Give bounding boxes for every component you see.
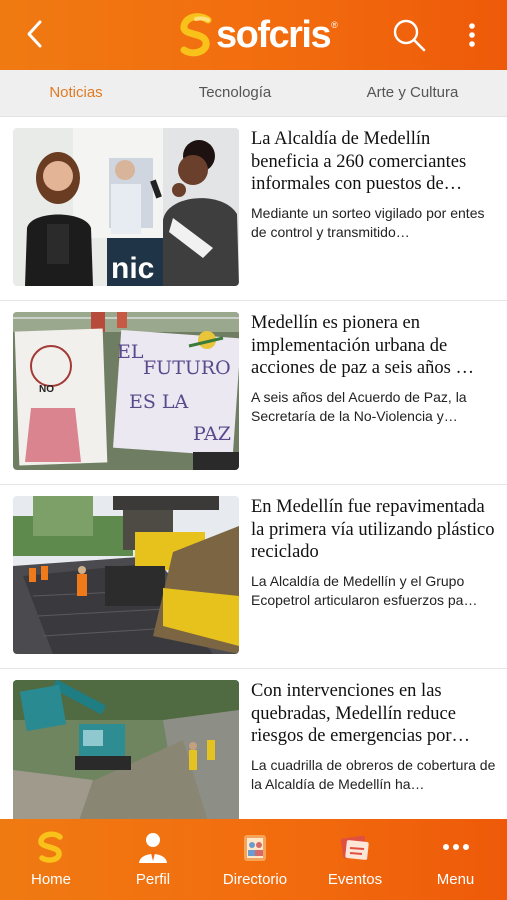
nav-perfil[interactable]: Perfil <box>102 819 204 900</box>
category-tabs: Noticias Tecnología Arte y Cultura <box>0 70 507 117</box>
news-feed: nic La Alcaldía de Medellín beneficia a … <box>0 117 507 819</box>
search-icon <box>393 19 426 52</box>
more-options-button[interactable] <box>460 18 484 52</box>
news-thumbnail <box>13 680 239 819</box>
news-thumbnail: NO EL FUTURO ES LA PAZ <box>13 312 239 470</box>
back-button[interactable] <box>18 16 54 52</box>
directory-icon <box>244 835 266 861</box>
news-card[interactable]: nic La Alcaldía de Medellín beneficia a … <box>0 117 507 301</box>
chevron-left-icon <box>27 20 42 48</box>
app-logo: sofcris ® <box>178 12 338 58</box>
nav-menu[interactable]: Menu <box>404 819 507 900</box>
news-excerpt: Mediante un sorteo vigilado por entes de… <box>251 205 485 240</box>
poster-text-line: ES LA <box>129 391 189 413</box>
news-excerpt: La cuadrilla de obreros de cobertura de … <box>251 757 496 792</box>
tab-noticias[interactable]: Noticias <box>0 70 152 116</box>
nav-label: Eventos <box>327 871 383 888</box>
nav-label: Home <box>30 871 71 888</box>
more-horizontal-icon <box>443 844 469 850</box>
news-title: Con intervenciones en las quebradas, Med… <box>251 681 471 746</box>
news-card[interactable]: NO EL FUTURO ES LA PAZ Medellín es pione… <box>0 301 507 485</box>
poster-text-line: EL <box>117 341 144 363</box>
news-thumbnail <box>13 496 239 654</box>
news-excerpt: A seis años del Acuerdo de Paz, la Secre… <box>251 389 467 424</box>
search-button[interactable] <box>390 16 428 54</box>
poster-small-text: NO <box>39 384 54 395</box>
nav-directorio[interactable]: Directorio <box>204 819 306 900</box>
user-icon <box>139 833 167 863</box>
poster-text-line: PAZ <box>193 423 231 445</box>
nav-home[interactable]: Home <box>0 819 102 900</box>
registered-mark: ® <box>331 20 338 30</box>
news-title: Medellín es pionera en implementación ur… <box>251 313 474 378</box>
bottom-navigation: Home Perfil Directorio Eventos Menu <box>0 819 507 900</box>
nav-eventos[interactable]: Eventos <box>306 819 404 900</box>
news-title: La Alcaldía de Medellín beneficia a 260 … <box>251 129 467 194</box>
poster-text-line: FUTURO <box>143 357 231 379</box>
logo-text: sofcris <box>216 13 332 56</box>
nav-label: Directorio <box>222 871 288 888</box>
top-app-bar: sofcris ® <box>0 0 507 70</box>
nav-label: Menu <box>436 871 475 888</box>
podium-text: nic <box>111 252 154 285</box>
nav-label: Perfil <box>135 871 171 888</box>
sofcris-logo-icon <box>38 831 63 863</box>
news-card[interactable]: Con intervenciones en las quebradas, Med… <box>0 669 507 819</box>
sofcris-logo-mark <box>180 13 212 57</box>
tab-arte-y-cultura[interactable]: Arte y Cultura <box>318 70 507 116</box>
tab-tecnologia[interactable]: Tecnología <box>152 70 318 116</box>
events-icon <box>340 835 369 860</box>
news-thumbnail: nic <box>13 128 239 286</box>
news-title: En Medellín fue repavimentada la primera… <box>251 497 495 562</box>
news-card[interactable]: En Medellín fue repavimentada la primera… <box>0 485 507 669</box>
news-excerpt: La Alcaldía de Medellín y el Grupo Ecope… <box>251 573 478 608</box>
more-vertical-icon <box>469 23 475 47</box>
